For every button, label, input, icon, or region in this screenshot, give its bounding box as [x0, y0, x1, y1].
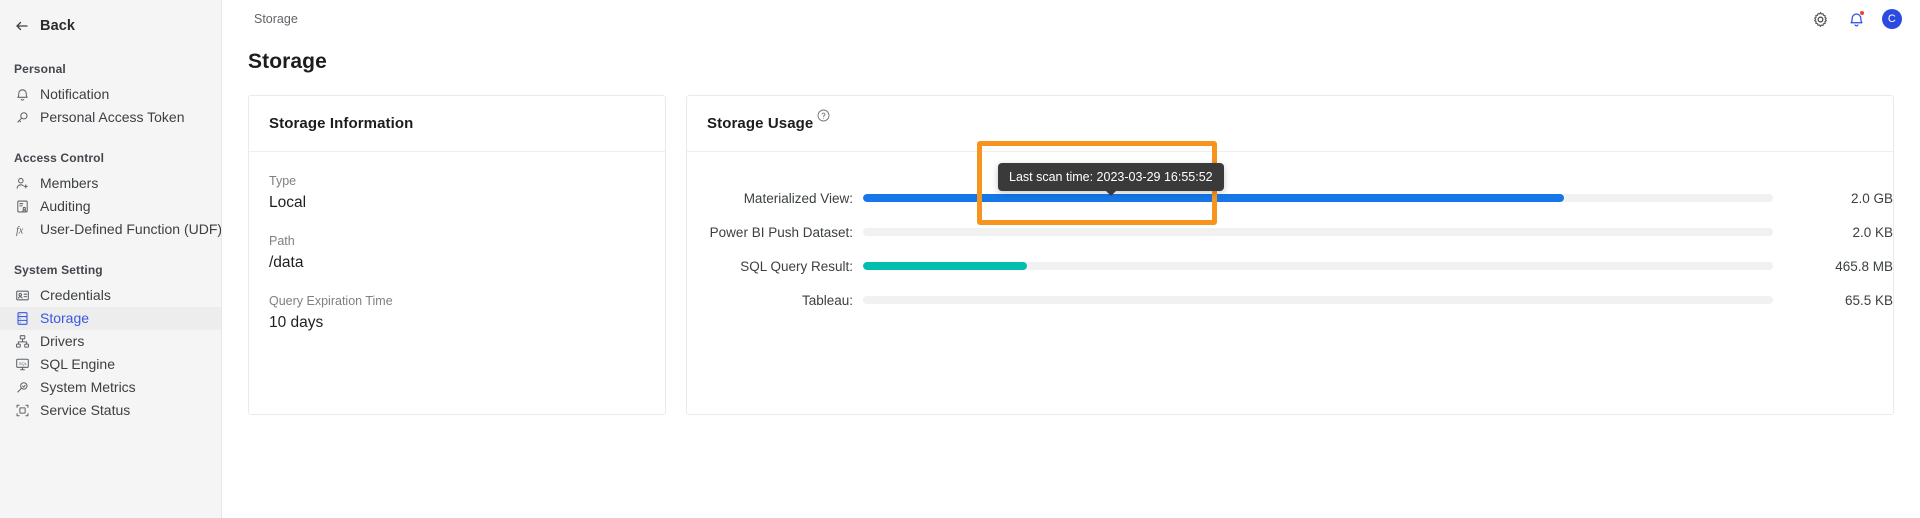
sidebar-item-notification[interactable]: Notification — [0, 83, 221, 106]
sidebar-item-drivers[interactable]: Drivers — [0, 330, 221, 353]
sidebar-item-members[interactable]: Members — [0, 172, 221, 195]
sidebar-item-label: Drivers — [40, 333, 85, 349]
sidebar-item-storage[interactable]: Storage — [0, 307, 221, 330]
back-label: Back — [40, 18, 76, 34]
sidebar-item-label: Auditing — [40, 198, 91, 214]
topbar: Storage C — [222, 0, 1920, 38]
arrow-left-icon — [14, 18, 30, 34]
field-type: Type Local — [269, 174, 645, 212]
tooltip-text: Last scan time: 2023-03-29 16:55:52 — [1009, 170, 1213, 184]
field-query-expiration-time: Query Expiration Time 10 days — [269, 294, 645, 332]
usage-row-materialized-view: Materialized View: 2.0 GB — [687, 181, 1893, 215]
field-value: Local — [269, 194, 307, 211]
sidebar-group-title-personal: Personal — [14, 62, 66, 76]
page-title: Storage — [248, 50, 327, 73]
field-path: Path /data — [269, 234, 645, 272]
key-icon — [14, 110, 30, 126]
sidebar-item-label: Service Status — [40, 402, 131, 418]
sidebar-item-label: SQL Engine — [40, 356, 115, 372]
field-label: Path — [269, 234, 295, 248]
main-content: Storage C Storage Storage Information Ty… — [222, 0, 1920, 518]
usage-bar-fill — [863, 194, 1564, 202]
sidebar-item-label: Notification — [40, 86, 110, 102]
usage-bar-fill — [863, 262, 1027, 270]
sidebar-item-label: System Metrics — [40, 379, 136, 395]
sidebar: Back Personal Notification Personal Acce… — [0, 0, 222, 518]
breadcrumb: Storage — [254, 12, 298, 26]
usage-label: Materialized View: — [743, 190, 853, 206]
sidebar-item-label: Members — [40, 175, 99, 191]
usage-label: Tableau: — [801, 292, 853, 308]
sidebar-item-label: User-Defined Function (UDF) — [40, 221, 222, 237]
field-value: /data — [269, 254, 304, 271]
sidebar-item-label: Credentials — [40, 287, 111, 303]
members-icon — [14, 176, 30, 192]
usage-bar-track — [863, 296, 1773, 304]
sql-engine-icon: SQL — [14, 357, 30, 373]
sidebar-item-auditing[interactable]: Auditing — [0, 195, 221, 218]
topbar-actions: C — [1810, 9, 1902, 29]
usage-row-sql-query-result: SQL Query Result: 465.8 MB — [687, 249, 1893, 283]
storage-information-header: Storage Information — [249, 96, 665, 152]
notification-badge-dot — [1859, 10, 1865, 16]
field-value: 10 days — [269, 314, 324, 331]
service-status-icon — [14, 403, 30, 419]
storage-usage-title: Storage Usage — [707, 115, 814, 132]
storage-information-title: Storage Information — [269, 115, 414, 132]
back-button[interactable]: Back — [0, 12, 221, 40]
sidebar-item-label: Storage — [40, 310, 90, 326]
cards-container: Storage Information Type Local Path /dat… — [222, 74, 1920, 415]
notifications-bell-icon[interactable] — [1846, 9, 1866, 29]
svg-text:fx: fx — [15, 225, 23, 236]
sidebar-item-system-metrics[interactable]: System Metrics — [0, 376, 221, 399]
usage-label: Power BI Push Dataset: — [709, 224, 853, 240]
sidebar-item-credentials[interactable]: Credentials — [0, 284, 221, 307]
sidebar-item-sql-engine[interactable]: SQL SQL Engine — [0, 353, 221, 376]
storage-information-body: Type Local Path /data Query Expiration T… — [249, 152, 665, 332]
storage-icon — [14, 311, 30, 327]
metrics-icon — [14, 380, 30, 396]
svg-text:SQL: SQL — [18, 361, 27, 366]
sidebar-item-udf[interactable]: fx User-Defined Function (UDF) — [0, 218, 221, 241]
usage-value: 2.0 GB — [1850, 190, 1893, 206]
storage-usage-header: Storage Usage — [687, 96, 1893, 152]
help-circle-icon[interactable] — [817, 109, 830, 122]
bell-icon — [14, 87, 30, 103]
drivers-icon — [14, 334, 30, 350]
usage-bar-track — [863, 194, 1773, 202]
app-root: Back Personal Notification Personal Acce… — [0, 0, 1920, 518]
usage-bar-track — [863, 262, 1773, 270]
sidebar-group-title-access-control: Access Control — [14, 151, 105, 165]
gear-icon[interactable] — [1810, 9, 1830, 29]
tooltip-arrow — [1105, 191, 1116, 196]
usage-row-power-bi-push-dataset: Power BI Push Dataset: 2.0 KB — [687, 215, 1893, 249]
sidebar-item-label: Personal Access Token — [40, 109, 185, 125]
avatar[interactable]: C — [1882, 9, 1902, 29]
credentials-icon — [14, 288, 30, 304]
sidebar-group-title-system-setting: System Setting — [14, 263, 103, 277]
usage-value: 2.0 KB — [1852, 224, 1893, 240]
storage-information-card: Storage Information Type Local Path /dat… — [248, 95, 666, 415]
storage-usage-body: Materialized View: 2.0 GB Power BI Push … — [687, 152, 1893, 317]
usage-bar-track — [863, 228, 1773, 236]
usage-value: 465.8 MB — [1835, 258, 1893, 274]
field-label: Type — [269, 174, 297, 188]
storage-usage-card: Storage Usage Materialized View: 2.0 GB … — [686, 95, 1894, 415]
auditing-icon — [14, 199, 30, 215]
sidebar-item-service-status[interactable]: Service Status — [0, 399, 221, 422]
usage-label: SQL Query Result: — [740, 258, 853, 274]
field-label: Query Expiration Time — [269, 294, 393, 308]
last-scan-time-tooltip: Last scan time: 2023-03-29 16:55:52 — [998, 163, 1224, 196]
usage-value: 65.5 KB — [1844, 292, 1893, 308]
fx-icon: fx — [14, 222, 30, 238]
usage-row-tableau: Tableau: 65.5 KB — [687, 283, 1893, 317]
sidebar-item-personal-access-token[interactable]: Personal Access Token — [0, 106, 221, 129]
